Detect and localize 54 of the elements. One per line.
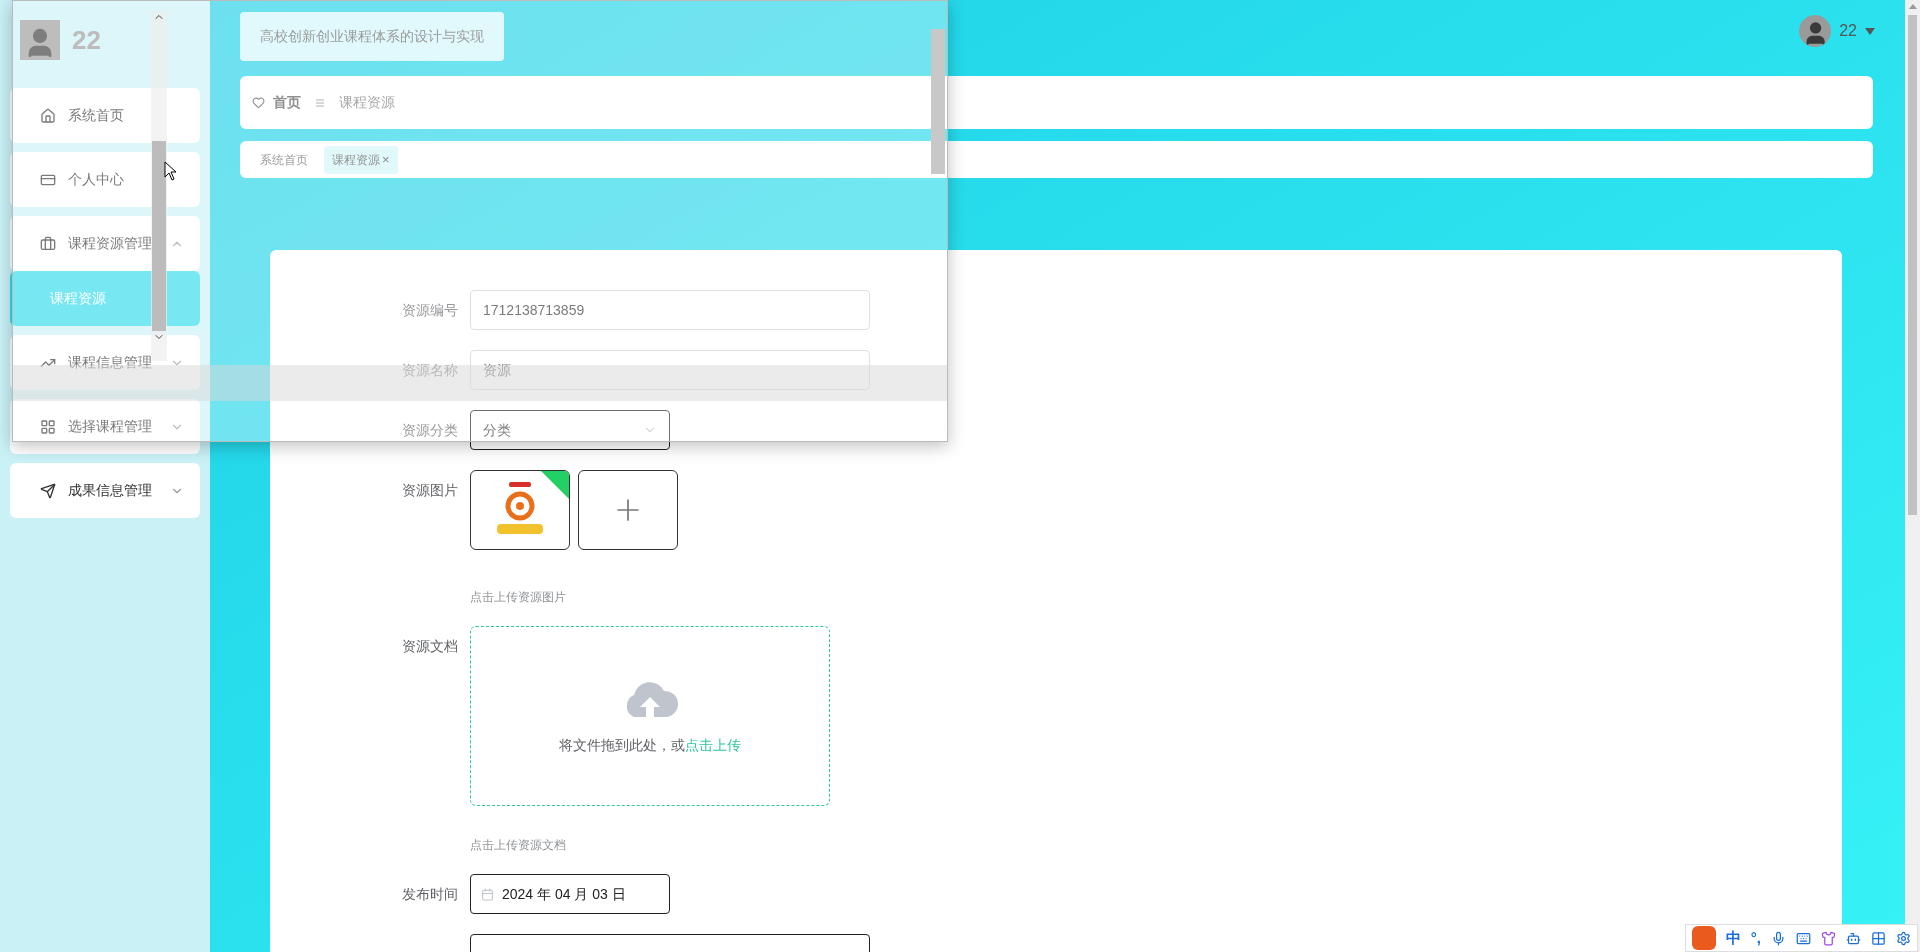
robot-icon[interactable] — [1846, 930, 1861, 946]
tag-close[interactable]: × — [382, 149, 390, 170]
separator-icon — [315, 97, 325, 108]
keyboard-icon[interactable] — [1796, 930, 1811, 946]
tag[interactable]: 系统首页 — [252, 145, 316, 174]
success-corner-icon — [541, 471, 569, 499]
field-label: 资源名称 — [402, 362, 458, 378]
field-label: 资源编号 — [402, 302, 458, 318]
shirt-icon[interactable] — [1821, 930, 1836, 946]
menu-item[interactable]: 系统首页 — [10, 88, 200, 143]
briefcase-icon — [40, 235, 56, 252]
grid-icon[interactable] — [1871, 930, 1886, 946]
heart-icon — [252, 96, 265, 109]
menu-item[interactable]: 选择课程管理 — [10, 399, 200, 454]
file-drop-zone[interactable]: 将文件拖到此处，或点击上传 — [470, 626, 830, 806]
select-field[interactable]: 分类 — [470, 410, 670, 450]
field-label: 资源图片 — [402, 482, 458, 498]
field-label: 发布时间 — [402, 886, 458, 902]
drop-zone-text: 将文件拖到此处，或点击上传 — [559, 735, 741, 755]
app-title-bar: 高校创新创业课程体系的设计与实现 — [240, 12, 504, 61]
scrollbar-thumb[interactable] — [1908, 15, 1917, 515]
ime-button[interactable]: 中 — [1725, 926, 1741, 950]
field-label: 资源分类 — [402, 422, 458, 438]
upload-hint: 点击上传资源文档 — [470, 838, 566, 852]
breadcrumb-current: 课程资源 — [339, 93, 395, 112]
sidebar-username: 22 — [72, 23, 101, 57]
image-thumbnail[interactable] — [470, 470, 570, 550]
username[interactable]: 22 — [1839, 19, 1857, 43]
input-field[interactable]: 1712138713859 — [470, 290, 870, 330]
send-icon — [40, 482, 56, 499]
caret-icon — [1865, 27, 1875, 35]
microphone-icon[interactable] — [1771, 930, 1786, 946]
ime-button[interactable]: °, — [1750, 926, 1761, 950]
add-image-button[interactable] — [578, 470, 678, 550]
cursor-icon — [164, 161, 177, 181]
ime-logo-icon — [1691, 926, 1716, 950]
avatar — [1799, 15, 1832, 47]
avatar — [20, 20, 60, 60]
menu-item[interactable]: 课程资源管理 — [10, 216, 200, 271]
menu-item[interactable]: 成果信息管理 — [10, 463, 200, 518]
date-field[interactable]: 2024 年 04 月 03 日 — [470, 874, 670, 914]
home-icon — [40, 107, 56, 124]
upload-hint: 点击上传资源图片 — [470, 590, 566, 604]
breadcrumb-link[interactable]: 首页 — [273, 92, 301, 113]
grid-icon — [40, 418, 56, 435]
menu-item[interactable]: 课程信息管理 — [10, 335, 200, 390]
menu-item[interactable]: 个人中心 — [10, 152, 200, 207]
settings-icon[interactable] — [1896, 930, 1911, 946]
scrollbar-thumb[interactable] — [152, 141, 166, 331]
tag[interactable]: 课程资源× — [324, 145, 398, 174]
scrollbar-thumb[interactable] — [931, 29, 945, 174]
calendar-icon — [481, 887, 494, 901]
field-label: 资源文档 — [402, 638, 458, 654]
scroll-up-icon[interactable] — [1908, 4, 1917, 9]
